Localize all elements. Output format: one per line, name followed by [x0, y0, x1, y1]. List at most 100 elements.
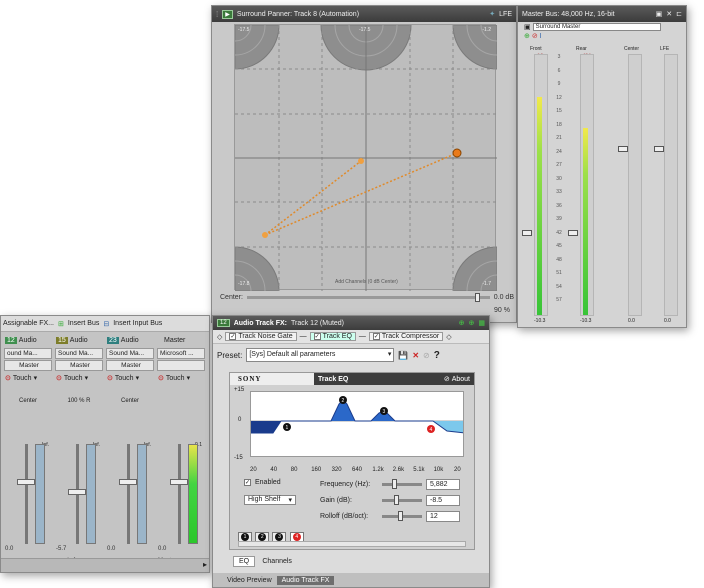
fader-knob[interactable]	[119, 479, 137, 485]
automation-icon[interactable]: ⊙	[158, 374, 164, 382]
strip-name[interactable]: Audio	[19, 337, 37, 344]
chain-eq-button[interactable]: ✓ Track EQ	[309, 332, 356, 341]
fader-knob[interactable]	[68, 489, 86, 495]
chevron-down-icon[interactable]: ▾	[34, 374, 38, 382]
fader-knob[interactable]	[17, 479, 35, 485]
insert-input-bus-button[interactable]: Insert Input Bus	[113, 320, 162, 327]
tab-eq[interactable]: EQ	[233, 556, 256, 567]
chevron-down-icon[interactable]: ▾	[85, 374, 89, 382]
strip-automation-mode[interactable]: ⊙ Touch ▾	[105, 372, 155, 384]
strip-automation-mode[interactable]: ⊙ Touch ▾	[3, 372, 53, 384]
strip-bus-button[interactable]: Master	[106, 360, 154, 371]
chevron-down-icon[interactable]: ▾	[288, 496, 292, 504]
chain-compressor-button[interactable]: ✓ Track Compressor	[368, 332, 444, 341]
drag-grip-icon[interactable]: ⁞	[216, 10, 218, 19]
strip-fader[interactable]	[3, 444, 51, 554]
bypass-icon[interactable]: ⊘	[423, 351, 430, 360]
downmix-icon[interactable]: ⊏	[676, 10, 682, 18]
strip-plugin-button[interactable]: Sound Ma...	[55, 348, 103, 359]
band-3-handle-label: 3	[383, 409, 386, 415]
insert-icon[interactable]: I	[540, 33, 542, 40]
tab-video-preview[interactable]: Video Preview	[213, 576, 277, 585]
rolloff-slider[interactable]	[382, 511, 422, 521]
master-name-field[interactable]: Surround Master	[532, 23, 661, 31]
fx-title: Audio Track FX:	[233, 319, 287, 327]
scale-tick: 54	[556, 283, 562, 290]
mute-icon[interactable]: ⊘	[532, 33, 538, 40]
checkbox-icon[interactable]: ✓	[229, 333, 237, 340]
chain-noise-gate-button[interactable]: ✓ Track Noise Gate	[225, 332, 297, 341]
checkbox-icon[interactable]: ✓	[313, 333, 321, 340]
strip-bus-button[interactable]: Master	[55, 360, 103, 371]
close-icon[interactable]: ✕	[666, 10, 672, 18]
channel-fader-knob[interactable]	[654, 146, 664, 152]
strip-plugin-button[interactable]: ound Ma...	[4, 348, 52, 359]
checkbox-icon[interactable]: ✓	[372, 333, 380, 340]
scroll-right-icon[interactable]: ▸	[203, 560, 207, 569]
plugin-scrollbar[interactable]	[238, 541, 466, 547]
pan-point-start[interactable]	[262, 232, 268, 238]
fx-icon[interactable]: ⊕	[524, 33, 530, 40]
gain-slider-knob[interactable]	[394, 495, 399, 505]
automation-icon[interactable]: ⊙	[56, 374, 62, 382]
panner-canvas[interactable]: -17.5 -17.5 -1.2 -17.8 -1.7 Add Channels…	[234, 24, 498, 292]
frequency-input[interactable]: 5,882	[426, 479, 460, 490]
rolloff-slider-knob[interactable]	[398, 511, 403, 521]
plugin-add-icon[interactable]: ⊕	[469, 319, 475, 327]
automation-icon[interactable]: ⊙	[107, 374, 113, 382]
rolloff-input[interactable]: 12	[426, 511, 460, 522]
strip-fader[interactable]	[156, 444, 204, 554]
lfe-label[interactable]: LFE	[499, 11, 512, 18]
strip-plugin-button[interactable]: Microsoft ...	[157, 348, 205, 359]
frequency-slider[interactable]	[382, 479, 422, 489]
about-button[interactable]: About	[452, 376, 474, 383]
filter-type-dropdown[interactable]: High Shelf ▾	[244, 495, 296, 505]
channel-fader-knob[interactable]	[522, 230, 532, 236]
strip-bus-button[interactable]	[157, 360, 205, 371]
master-name-row: ▣ Surround Master	[518, 22, 686, 32]
strip-automation-mode[interactable]: ⊙ Touch ▾	[156, 372, 206, 384]
about-icon[interactable]: ⊘	[444, 375, 452, 383]
insert-bus-button[interactable]: Insert Bus	[68, 320, 100, 327]
chevron-down-icon[interactable]: ▾	[187, 374, 191, 382]
channel-fader-knob[interactable]	[568, 230, 578, 236]
gain-slider[interactable]	[382, 495, 422, 505]
chevron-down-icon[interactable]: ▾	[136, 374, 140, 382]
insert-input-bus-icon[interactable]: ⊟	[103, 320, 109, 328]
pan-point-active[interactable]	[452, 148, 462, 158]
strip-name[interactable]: Audio	[121, 337, 139, 344]
strip-bus-button[interactable]: Master	[4, 360, 52, 371]
strip-plugin-button[interactable]: Sound Ma...	[106, 348, 154, 359]
plugin-manager-icon[interactable]: ▦	[478, 319, 485, 327]
help-icon[interactable]: ?	[434, 350, 440, 361]
strip-automation-mode[interactable]: ⊙ Touch ▾	[54, 372, 104, 384]
strip-fader[interactable]	[105, 444, 153, 554]
pan-point[interactable]	[358, 158, 364, 164]
plugin-chain-icon[interactable]: ⊕	[459, 319, 465, 327]
center-slider[interactable]	[246, 293, 490, 302]
strip-fader[interactable]	[54, 444, 102, 554]
tab-audio-track-fx[interactable]: Audio Track FX	[276, 575, 335, 585]
eq-plugin-panel: SONY Track EQ ⊘ About +15 0 -15 1 2 3 4 …	[229, 372, 475, 550]
automation-icon[interactable]: ⊙	[5, 374, 11, 382]
eq-curve-graph[interactable]: 1 2 3 4	[250, 391, 464, 457]
pan-path-line-2	[264, 152, 458, 236]
mixer-scrollbar[interactable]: ▸	[1, 558, 209, 572]
strip-name[interactable]: Audio	[70, 337, 88, 344]
gain-input[interactable]: -8.5	[426, 495, 460, 506]
save-preset-icon[interactable]: 💾	[398, 351, 408, 360]
tab-channels[interactable]: Channels	[257, 557, 297, 566]
insert-bus-icon[interactable]: ⊞	[58, 320, 64, 328]
enabled-checkbox[interactable]: ✓	[244, 479, 251, 486]
center-slider-knob[interactable]	[474, 293, 480, 302]
chevron-down-icon[interactable]: ▾	[388, 349, 392, 361]
fader-knob[interactable]	[170, 479, 188, 485]
preset-dropdown[interactable]: [Sys] Default all parameters ▾	[246, 348, 395, 362]
delete-preset-icon[interactable]: ✕	[412, 351, 419, 360]
assignable-fx-button[interactable]: Assignable FX...	[3, 320, 54, 327]
strip-name[interactable]: Master	[164, 337, 185, 344]
channel-fader-knob[interactable]	[618, 146, 628, 152]
frequency-slider-knob[interactable]	[392, 479, 397, 489]
properties-icon[interactable]: ▣	[656, 10, 663, 18]
settings-icon[interactable]: ✦	[489, 10, 495, 18]
